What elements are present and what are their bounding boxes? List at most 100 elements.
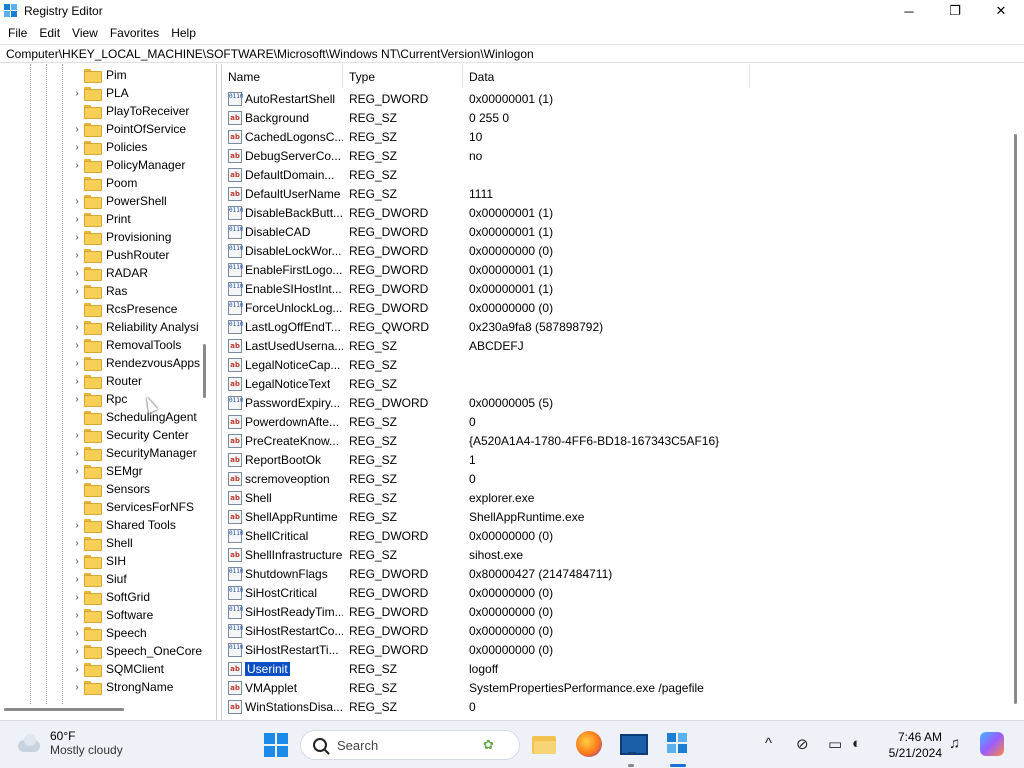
chevron-right-icon[interactable]: › bbox=[70, 142, 84, 153]
chevron-right-icon[interactable]: › bbox=[70, 664, 84, 675]
tree-item[interactable]: PlayToReceiver bbox=[70, 102, 202, 120]
taskbar-search[interactable]: Search ✿ bbox=[300, 730, 520, 760]
value-row[interactable]: ab Shell REG_SZ explorer.exe bbox=[222, 488, 763, 507]
tree-item[interactable]: › Policies bbox=[70, 138, 202, 156]
value-row[interactable]: ab LegalNoticeText REG_SZ bbox=[222, 374, 763, 393]
tree-item[interactable]: › Shared Tools bbox=[70, 516, 202, 534]
value-row[interactable]: 0110 DisableLockWor... REG_DWORD 0x00000000… bbox=[222, 241, 763, 260]
chevron-right-icon[interactable]: › bbox=[70, 160, 84, 171]
value-row[interactable]: ab DefaultDomain... REG_SZ bbox=[222, 165, 763, 184]
tree-item[interactable]: › Rpc bbox=[70, 390, 202, 408]
network-off-icon[interactable]: ⊘ bbox=[796, 735, 809, 753]
tree-item[interactable]: › PowerShell bbox=[70, 192, 202, 210]
close-button[interactable]: ✕ bbox=[978, 0, 1024, 22]
tree-item[interactable]: › Siuf bbox=[70, 570, 202, 588]
value-row[interactable]: 0110 LastLogOffEndT... REG_QWORD 0x230a9fa8… bbox=[222, 317, 763, 336]
tree-item[interactable]: › Reliability Analysi bbox=[70, 318, 202, 336]
chevron-right-icon[interactable]: › bbox=[70, 340, 84, 351]
chevron-right-icon[interactable]: › bbox=[70, 574, 84, 585]
tree-item[interactable]: Poom bbox=[70, 174, 202, 192]
chevron-right-icon[interactable]: › bbox=[70, 520, 84, 531]
values-pane[interactable]: Name Type Data 0110 AutoRestartShell REG_D… bbox=[221, 64, 1024, 720]
value-row[interactable]: 0110 DisableCAD REG_DWORD 0x00000001 (1) bbox=[222, 222, 763, 241]
tree-item[interactable]: Pim bbox=[70, 66, 202, 84]
chevron-right-icon[interactable]: › bbox=[70, 466, 84, 477]
tree-item[interactable]: › Software bbox=[70, 606, 202, 624]
value-row[interactable]: ab VMApplet REG_SZ SystemPropertiesPerforma… bbox=[222, 678, 763, 697]
column-header-name[interactable]: Name bbox=[222, 64, 343, 88]
tree-item[interactable]: ServicesForNFS bbox=[70, 498, 202, 516]
tree-item[interactable]: › SQMClient bbox=[70, 660, 202, 678]
tray-chevron-icon[interactable]: ^ bbox=[765, 735, 772, 752]
chevron-right-icon[interactable]: › bbox=[70, 124, 84, 135]
value-row[interactable]: 0110 AutoRestartShell REG_DWORD 0x00000001 … bbox=[222, 89, 763, 108]
firefox-icon[interactable] bbox=[576, 731, 602, 757]
tree-item[interactable]: › SIH bbox=[70, 552, 202, 570]
chevron-right-icon[interactable]: › bbox=[70, 322, 84, 333]
value-row[interactable]: 0110 EnableFirstLogo... REG_DWORD 0x0000000… bbox=[222, 260, 763, 279]
value-row[interactable]: ab ShellInfrastructure REG_SZ sihost.exe bbox=[222, 545, 763, 564]
value-row[interactable]: 0110 SiHostRestartTi... REG_DWORD 0x0000000… bbox=[222, 640, 763, 659]
address-bar[interactable]: Computer\HKEY_LOCAL_MACHINE\SOFTWARE\Mic… bbox=[0, 44, 1024, 63]
value-row[interactable]: ab LastUsedUserna... REG_SZ ABCDEFJ bbox=[222, 336, 763, 355]
value-row[interactable]: 0110 SiHostCritical REG_DWORD 0x00000000 (0… bbox=[222, 583, 763, 602]
chevron-right-icon[interactable]: › bbox=[70, 394, 84, 405]
chevron-right-icon[interactable]: › bbox=[70, 358, 84, 369]
tree-item[interactable]: › SoftGrid bbox=[70, 588, 202, 606]
menu-view[interactable]: View bbox=[66, 26, 104, 40]
value-row[interactable]: 0110 ShellCritical REG_DWORD 0x00000000 (0) bbox=[222, 526, 763, 545]
regedit-icon[interactable] bbox=[664, 731, 690, 757]
display-icon[interactable]: ▭ bbox=[828, 735, 842, 753]
chevron-right-icon[interactable]: › bbox=[70, 628, 84, 639]
tree-item[interactable]: › PLA bbox=[70, 84, 202, 102]
tree-item[interactable]: › Shell bbox=[70, 534, 202, 552]
chevron-right-icon[interactable]: › bbox=[70, 430, 84, 441]
chevron-right-icon[interactable]: › bbox=[70, 682, 84, 693]
clock[interactable]: 7:46 AM 5/21/2024 bbox=[880, 729, 942, 761]
tree-item[interactable]: › RemovalTools bbox=[70, 336, 202, 354]
value-row[interactable]: 0110 PasswordExpiry... REG_DWORD 0x00000005… bbox=[222, 393, 763, 412]
tree-item[interactable]: › StrongName bbox=[70, 678, 202, 696]
tree-item[interactable]: › PushRouter bbox=[70, 246, 202, 264]
tree-item[interactable]: › Security Center bbox=[70, 426, 202, 444]
value-row[interactable]: ab LegalNoticeCap... REG_SZ bbox=[222, 355, 763, 374]
chevron-right-icon[interactable]: › bbox=[70, 448, 84, 459]
value-row[interactable]: ab scremoveoption REG_SZ 0 bbox=[222, 469, 763, 488]
chevron-right-icon[interactable]: › bbox=[70, 592, 84, 603]
weather-widget[interactable]: 60°F Mostly cloudy bbox=[16, 729, 123, 757]
tree-item[interactable]: Sensors bbox=[70, 480, 202, 498]
chevron-right-icon[interactable]: › bbox=[70, 196, 84, 207]
chevron-right-icon[interactable]: › bbox=[70, 268, 84, 279]
menu-file[interactable]: File bbox=[2, 26, 33, 40]
copilot-icon[interactable] bbox=[980, 732, 1004, 756]
value-row[interactable]: ab Userinit REG_SZ logoff bbox=[222, 659, 763, 678]
monitor-app-icon[interactable] bbox=[620, 731, 648, 757]
value-row[interactable]: 0110 EnableSIHostInt... REG_DWORD 0x0000000… bbox=[222, 279, 763, 298]
chevron-right-icon[interactable]: › bbox=[70, 88, 84, 99]
tree-item[interactable]: › RendezvousApps bbox=[70, 354, 202, 372]
tree-item[interactable]: › SecurityManager bbox=[70, 444, 202, 462]
value-row[interactable]: ab WinStationsDisa... REG_SZ 0 bbox=[222, 697, 763, 716]
value-row[interactable]: 0110 DisableBackButt... REG_DWORD 0x0000000… bbox=[222, 203, 763, 222]
tree-item[interactable]: › Print bbox=[70, 210, 202, 228]
value-row[interactable]: ab PowerdownAfte... REG_SZ 0 bbox=[222, 412, 763, 431]
value-row[interactable]: ab DebugServerCo... REG_SZ no bbox=[222, 146, 763, 165]
column-header-type[interactable]: Type bbox=[343, 64, 463, 88]
tree-item[interactable]: › PointOfService bbox=[70, 120, 202, 138]
value-row[interactable]: ab CachedLogonsC... REG_SZ 10 bbox=[222, 127, 763, 146]
tree-item[interactable]: › Ras bbox=[70, 282, 202, 300]
menu-favorites[interactable]: Favorites bbox=[104, 26, 165, 40]
value-row[interactable]: ab DefaultUserName REG_SZ 1111 bbox=[222, 184, 763, 203]
tree-item[interactable]: › Provisioning bbox=[70, 228, 202, 246]
value-row[interactable]: ab ShellAppRuntime REG_SZ ShellAppRuntime.e… bbox=[222, 507, 763, 526]
menu-edit[interactable]: Edit bbox=[33, 26, 66, 40]
value-row[interactable]: ab ReportBootOk REG_SZ 1 bbox=[222, 450, 763, 469]
tree-item[interactable]: › Router bbox=[70, 372, 202, 390]
chevron-right-icon[interactable]: › bbox=[70, 214, 84, 225]
value-row[interactable]: ab PreCreateKnow... REG_SZ {A520A1A4-1780-4… bbox=[222, 431, 763, 450]
tree-item[interactable]: SchedulingAgent bbox=[70, 408, 202, 426]
maximize-button[interactable]: ❐ bbox=[932, 0, 978, 22]
value-row[interactable]: 0110 ForceUnlockLog... REG_DWORD 0x00000000… bbox=[222, 298, 763, 317]
minimize-button[interactable]: ─ bbox=[886, 0, 932, 22]
chevron-right-icon[interactable]: › bbox=[70, 610, 84, 621]
